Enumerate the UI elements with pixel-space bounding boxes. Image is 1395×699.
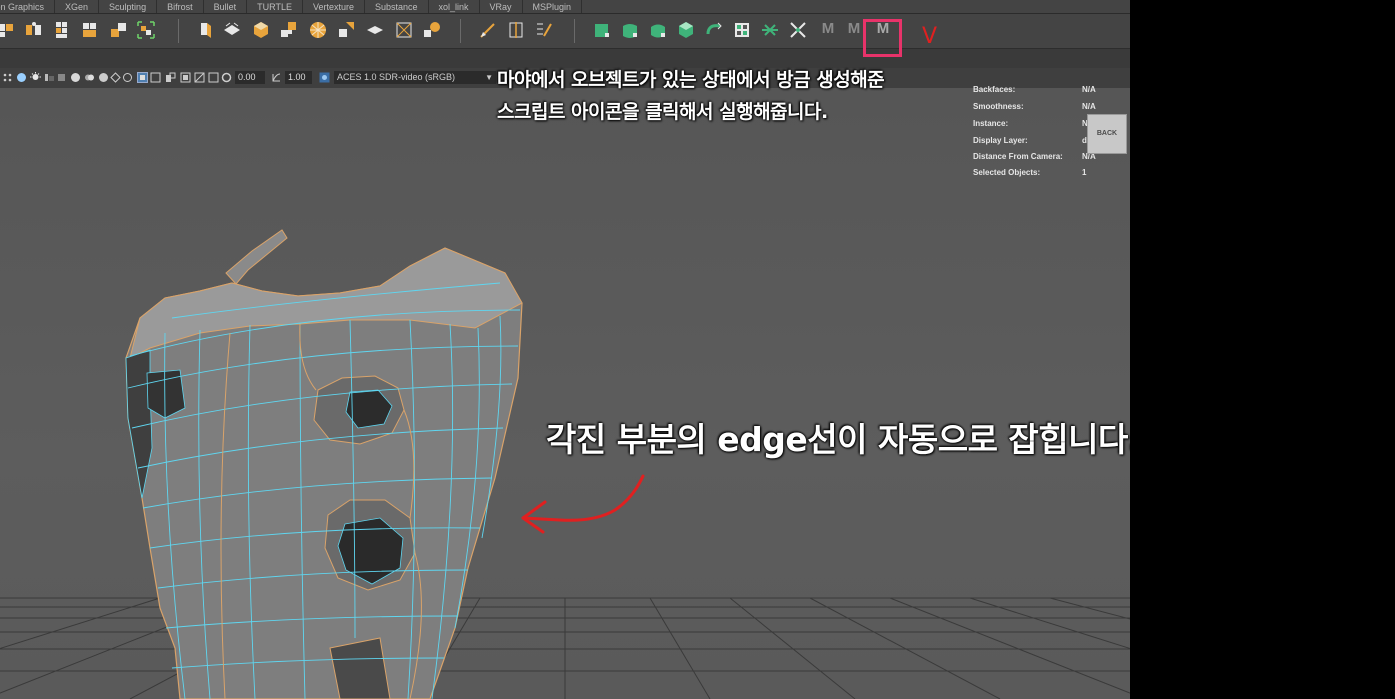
smooth-icon[interactable] — [52, 20, 72, 40]
extract-icon[interactable] — [279, 20, 299, 40]
shelf-tab-substance[interactable]: Substance — [365, 0, 429, 13]
color-space-value: ACES 1.0 SDR-video (sRGB) — [337, 72, 456, 82]
xray-components-icon[interactable] — [180, 72, 191, 83]
uv-editor-icon[interactable] — [732, 20, 752, 40]
dof-icon[interactable] — [110, 72, 121, 83]
plane-icon[interactable] — [365, 20, 385, 40]
combine-icon[interactable] — [0, 20, 16, 40]
shelf-tab-vray[interactable]: VRay — [480, 0, 523, 13]
check-mark-annotation: V — [922, 24, 938, 49]
uv-cylindrical-icon[interactable] — [620, 20, 640, 40]
hud-row: Smoothness: N/A — [973, 102, 1096, 111]
color-management-icon[interactable] — [319, 72, 330, 83]
script-m-button-2[interactable]: M — [845, 19, 863, 39]
light-icon[interactable] — [30, 72, 41, 83]
uv-spherical-icon[interactable] — [648, 20, 668, 40]
viewcube[interactable]: BACK — [1087, 114, 1127, 154]
wireframe-shade-icon[interactable] — [122, 72, 133, 83]
uv-sew-icon[interactable] — [788, 20, 808, 40]
shelf-tab-xol-link[interactable]: xol_link — [429, 0, 480, 13]
gamma-field[interactable]: 1.00 — [285, 71, 312, 84]
shelf-tab-msplugin[interactable]: MSPlugin — [523, 0, 583, 13]
uv-automatic-icon[interactable] — [676, 20, 696, 40]
poke-icon[interactable] — [222, 20, 242, 40]
hud-row: Backfaces: N/A — [973, 85, 1096, 94]
bridge-icon[interactable] — [109, 20, 129, 40]
shelf-tab-vertexture[interactable]: Vertexture — [303, 0, 365, 13]
instruction-line-2: 스크립트 아이콘을 클릭해서 실행해줍니다. — [497, 101, 828, 123]
xray-icon[interactable] — [150, 72, 161, 83]
quad-draw-icon[interactable] — [478, 20, 498, 40]
script-m-button-1[interactable]: M — [819, 19, 837, 39]
red-arrow-icon — [521, 474, 645, 534]
cube-icon[interactable] — [251, 20, 271, 40]
ao-icon[interactable] — [56, 72, 67, 83]
exposure-icon[interactable] — [221, 72, 232, 83]
viewport-3d[interactable] — [0, 88, 1130, 699]
separate-icon[interactable] — [24, 20, 44, 40]
uv-unfold-icon[interactable] — [704, 20, 724, 40]
field-chart-icon[interactable] — [208, 72, 219, 83]
shelf-separator — [460, 19, 461, 43]
bevel-icon[interactable] — [195, 20, 215, 40]
antialias-icon[interactable] — [98, 72, 109, 83]
dropdown-arrow-icon: ▼ — [485, 73, 493, 82]
sphere-icon[interactable] — [308, 20, 328, 40]
extrude-icon[interactable] — [80, 20, 100, 40]
shelf-tab-bullet[interactable]: Bullet — [204, 0, 248, 13]
xray-joints-icon[interactable] — [165, 72, 176, 83]
isolate-select-icon[interactable] — [137, 72, 148, 83]
highlight-box — [863, 19, 902, 57]
wedge-icon[interactable] — [337, 20, 357, 40]
scene-canvas — [0, 229, 1130, 699]
hud-row: Selected Objects: 1 — [973, 168, 1087, 177]
boolean-icon[interactable] — [394, 20, 414, 40]
shelf-tab-turtle[interactable]: TURTLE — [247, 0, 303, 13]
instruction-line-1: 마야에서 오브젝트가 있는 상태에서 방금 생성해준 — [497, 69, 885, 91]
edge-note-text: 각진 부분의 edge선이 자동으로 잡힙니다. — [546, 420, 1130, 459]
gamma-icon[interactable] — [271, 72, 282, 83]
shelf-separator — [574, 19, 575, 43]
shelf-tab-motion-graphics[interactable]: tion Graphics — [0, 0, 56, 13]
maya-window: tion Graphics XGen Sculpting Bifrost Bul… — [0, 0, 1130, 699]
smooth-shade-icon[interactable] — [16, 72, 27, 83]
shelf-tab-bar: tion Graphics XGen Sculpting Bifrost Bul… — [0, 0, 1130, 14]
multi-cut-icon[interactable] — [506, 20, 526, 40]
shadows-icon[interactable] — [44, 72, 55, 83]
grid-dots-icon[interactable] — [2, 72, 13, 83]
append-polygon-icon[interactable] — [136, 20, 156, 40]
shelf-tab-sculpting[interactable]: Sculpting — [99, 0, 158, 13]
sphere-shade-icon[interactable] — [70, 72, 81, 83]
shelf-tab-xgen[interactable]: XGen — [55, 0, 100, 13]
shelf-tab-bifrost[interactable]: Bifrost — [157, 0, 204, 13]
uv-planar-icon[interactable] — [592, 20, 612, 40]
motion-blur-icon[interactable] — [84, 72, 95, 83]
uv-cut-icon[interactable] — [760, 20, 780, 40]
shelf-separator — [178, 19, 179, 43]
color-space-select[interactable]: ACES 1.0 SDR-video (sRGB) ▼ — [334, 71, 496, 84]
black-side-panel — [1130, 0, 1395, 699]
exposure-field[interactable]: 0.00 — [235, 71, 265, 84]
instruction-text: 마야에서 오브젝트가 있는 상태에서 방금 생성해준 스크립트 아이콘을 클릭해… — [497, 64, 885, 128]
mirror-icon[interactable] — [422, 20, 442, 40]
gate-mask-icon[interactable] — [194, 72, 205, 83]
target-weld-icon[interactable] — [534, 20, 554, 40]
shelf-toolbar: M M M V — [0, 14, 1130, 57]
tooth-mesh — [125, 229, 523, 699]
